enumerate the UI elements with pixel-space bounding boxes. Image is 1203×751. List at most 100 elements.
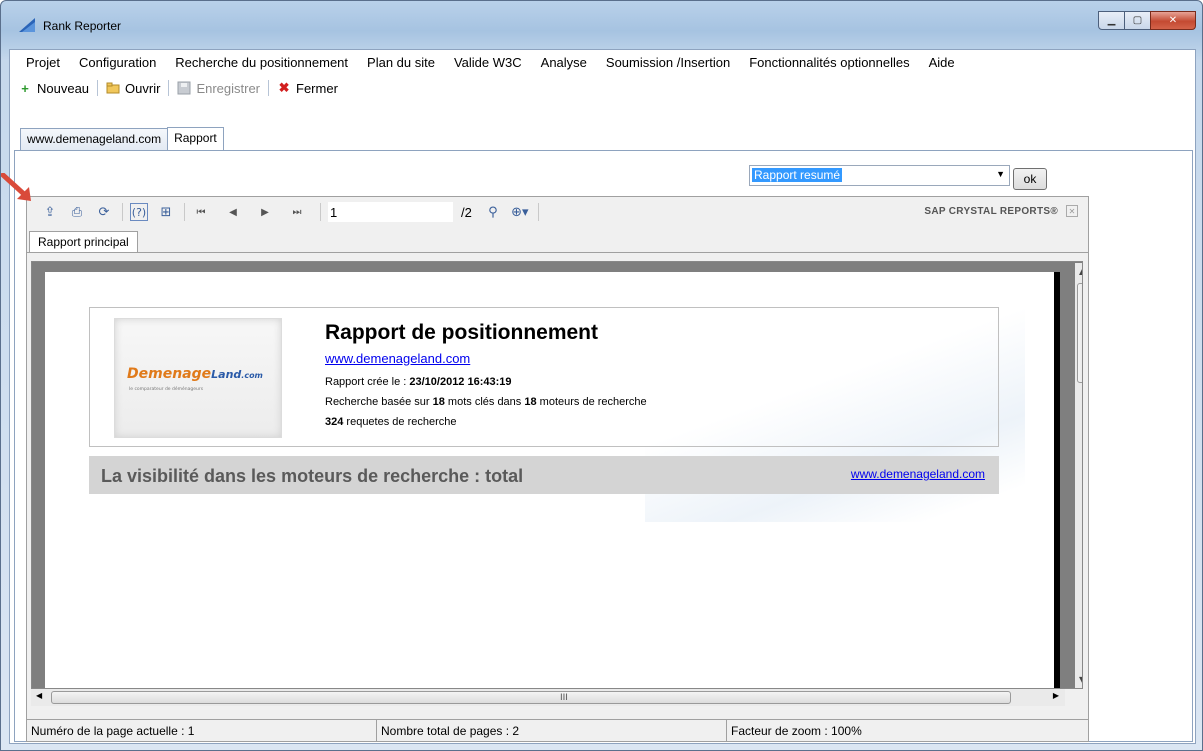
created-label: Rapport crée le : bbox=[325, 376, 410, 388]
logo-word-land: Land bbox=[211, 368, 242, 381]
page-number-input[interactable]: 1 bbox=[328, 202, 453, 222]
group-tree-icon[interactable]: ⊞ bbox=[157, 203, 175, 221]
binoculars-icon[interactable]: ⚲ bbox=[484, 203, 502, 221]
rank-reporter-icon bbox=[19, 18, 35, 32]
engines-count: 18 bbox=[524, 396, 537, 408]
status-bar: Numéro de la page actuelle : 1 Nombre to… bbox=[27, 719, 1088, 741]
toolbar-separator bbox=[184, 203, 185, 221]
report-requests-line: 324 requetes de recherche bbox=[325, 416, 457, 428]
menu-analyse[interactable]: Analyse bbox=[541, 55, 587, 70]
menu-configuration[interactable]: Configuration bbox=[79, 55, 156, 70]
report-created-line: Rapport crée le : 23/10/2012 16:43:19 bbox=[325, 376, 512, 388]
menu-bar: Projet Configuration Recherche du positi… bbox=[10, 50, 1195, 74]
requests-count: 324 bbox=[325, 416, 344, 428]
status-total-pages: Nombre total de pages : 2 bbox=[377, 720, 727, 741]
last-page-icon[interactable]: ⏭ bbox=[288, 203, 306, 221]
viewer-toolbar: ⇪ ⎙ ⟳ (?) ⊞ ⏮ ◀ ▶ ⏭ 1 /2 ⚲ ⊕▾ SAP CRYSTA… bbox=[27, 197, 1088, 227]
sap-crystal-reports-brand: SAP CRYSTAL REPORTS® bbox=[924, 206, 1058, 217]
report-page: DemenageLand.com le comparateur de démén… bbox=[45, 272, 1054, 688]
refresh-icon[interactable]: ⟳ bbox=[95, 203, 113, 221]
demenageland-logo: DemenageLand.com le comparateur de démén… bbox=[114, 318, 282, 438]
zoom-icon[interactable]: ⊕▾ bbox=[511, 203, 529, 221]
new-button[interactable]: + Nouveau bbox=[18, 81, 89, 96]
search-prefix: Recherche basée sur bbox=[325, 396, 433, 408]
logo-word-demenage: Demenage bbox=[127, 366, 212, 382]
created-value: 23/10/2012 16:43:19 bbox=[409, 376, 512, 388]
divider bbox=[27, 252, 1088, 253]
document-tabs: www.demenageland.com Rapport bbox=[20, 127, 224, 151]
vertical-scrollbar[interactable]: ▲ ▼ bbox=[1075, 263, 1082, 688]
visibility-title: La visibilité dans les moteurs de recher… bbox=[101, 466, 524, 486]
close-project-button[interactable]: ✖ Fermer bbox=[277, 80, 338, 96]
vertical-scroll-thumb[interactable] bbox=[1077, 283, 1082, 383]
window-title: Rank Reporter bbox=[43, 19, 122, 33]
annotation-arrow-icon bbox=[1, 173, 31, 201]
logo-dot-com: .com bbox=[241, 371, 263, 380]
status-zoom: Facteur de zoom : 100% bbox=[731, 723, 862, 738]
tab-site[interactable]: www.demenageland.com bbox=[20, 128, 169, 150]
chevron-down-icon: ▼ bbox=[996, 169, 1005, 179]
scroll-up-icon[interactable]: ▲ bbox=[1079, 267, 1082, 276]
tab-rapport[interactable]: Rapport bbox=[167, 127, 224, 151]
menu-soumission-insertion[interactable]: Soumission /Insertion bbox=[606, 55, 730, 70]
scroll-left-icon[interactable]: ◀ bbox=[36, 691, 42, 700]
page-total: /2 bbox=[461, 204, 472, 220]
save-label: Enregistrer bbox=[196, 80, 261, 96]
search-suffix: moteurs de recherche bbox=[536, 396, 647, 408]
horizontal-scroll-thumb[interactable]: III bbox=[51, 691, 1011, 704]
report-canvas: DemenageLand.com le comparateur de démén… bbox=[31, 261, 1083, 689]
export-icon[interactable]: ⇪ bbox=[41, 203, 59, 221]
toolbar-separator bbox=[168, 80, 170, 96]
page-edge bbox=[1054, 272, 1060, 688]
report-type-select[interactable]: Rapport resumé ▼ bbox=[749, 165, 1010, 186]
minimize-button[interactable]: ▁ bbox=[1098, 11, 1125, 30]
toolbar-separator bbox=[320, 203, 321, 221]
menu-plan-du-site[interactable]: Plan du site bbox=[367, 55, 435, 70]
scroll-down-icon[interactable]: ▼ bbox=[1079, 675, 1082, 684]
main-toolbar: + Nouveau Ouvrir Enregistrer ✖ Fermer bbox=[10, 76, 1195, 100]
window-controls: ▁ ▢ ✕ bbox=[1098, 11, 1196, 30]
print-icon[interactable]: ⎙ bbox=[68, 203, 86, 221]
open-button[interactable]: Ouvrir bbox=[106, 81, 160, 96]
report-type-value: Rapport resumé bbox=[752, 168, 843, 182]
report-search-line: Recherche basée sur 18 mots clés dans 18… bbox=[325, 396, 647, 408]
folder-icon bbox=[106, 82, 120, 94]
save-button[interactable]: Enregistrer bbox=[177, 81, 260, 96]
tab-rapport-principal[interactable]: Rapport principal bbox=[29, 231, 138, 253]
keywords-count: 18 bbox=[432, 396, 445, 408]
scroll-right-icon[interactable]: ▶ bbox=[1053, 691, 1059, 700]
new-label: Nouveau bbox=[37, 80, 90, 96]
crystal-report-viewer: ⇪ ⎙ ⟳ (?) ⊞ ⏮ ◀ ▶ ⏭ 1 /2 ⚲ ⊕▾ SAP CRYSTA… bbox=[26, 196, 1089, 742]
menu-aide[interactable]: Aide bbox=[929, 55, 955, 70]
menu-projet[interactable]: Projet bbox=[26, 55, 60, 70]
horizontal-scrollbar[interactable]: ◀ III ▶ bbox=[31, 689, 1065, 706]
main-client-area: Projet Configuration Recherche du positi… bbox=[9, 49, 1196, 744]
plus-icon: + bbox=[21, 80, 29, 96]
close-button[interactable]: ✕ bbox=[1150, 11, 1196, 30]
red-x-icon: ✖ bbox=[278, 80, 290, 95]
next-page-icon[interactable]: ▶ bbox=[256, 203, 274, 221]
report-title: Rapport de positionnement bbox=[325, 321, 598, 344]
title-bar: Rank Reporter ▁ ▢ ✕ bbox=[1, 1, 1202, 43]
report-site-link[interactable]: www.demenageland.com bbox=[325, 351, 470, 366]
status-current-page: Numéro de la page actuelle : 1 bbox=[27, 720, 377, 741]
menu-valide-w3c[interactable]: Valide W3C bbox=[454, 55, 522, 70]
logo-text: DemenageLand.com bbox=[127, 366, 263, 382]
logo-tagline: le comparateur de déménageurs bbox=[129, 387, 204, 392]
menu-recherche-positionnement[interactable]: Recherche du positionnement bbox=[175, 55, 348, 70]
ok-button[interactable]: ok bbox=[1013, 168, 1047, 190]
visibility-site-link[interactable]: www.demenageland.com bbox=[851, 467, 985, 481]
close-label: Fermer bbox=[296, 80, 338, 96]
search-mid: mots clés dans bbox=[444, 396, 525, 408]
menu-fonctionnalites-optionnelles[interactable]: Fonctionnalités optionnelles bbox=[749, 55, 909, 70]
toolbar-separator bbox=[97, 80, 99, 96]
previous-page-icon[interactable]: ◀ bbox=[224, 203, 242, 221]
maximize-icon: ▢ bbox=[1132, 15, 1143, 26]
visibility-section-header: La visibilité dans les moteurs de recher… bbox=[89, 456, 999, 494]
maximize-button[interactable]: ▢ bbox=[1124, 11, 1151, 30]
first-page-icon[interactable]: ⏮ bbox=[192, 203, 210, 221]
close-icon[interactable]: ✕ bbox=[1066, 205, 1078, 217]
open-label: Ouvrir bbox=[125, 80, 161, 96]
help-icon[interactable]: (?) bbox=[130, 203, 148, 221]
toolbar-separator bbox=[122, 203, 123, 221]
